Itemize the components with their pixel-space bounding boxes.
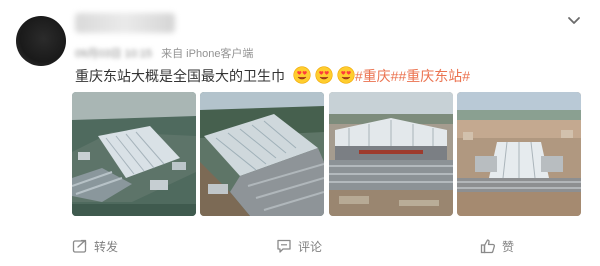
post-content: 重庆东站大概是全国最大的卫生巾 #重庆##重庆东站#	[75, 66, 470, 89]
post-meta: 09月03日 10:15 来自 iPhone客户端	[75, 45, 253, 61]
repost-label: 转发	[94, 239, 119, 254]
repost-button[interactable]: 转发	[72, 236, 118, 256]
post-text: 重庆东站大概是全国最大的卫生巾	[75, 68, 285, 84]
post-action-bar: 转发 评论 赞	[0, 230, 600, 260]
heart-eyes-emoji	[293, 66, 311, 89]
like-label: 赞	[502, 239, 515, 254]
post-source: 来自 iPhone客户端	[161, 48, 254, 60]
heart-eyes-emoji	[337, 66, 355, 89]
avatar[interactable]	[16, 16, 66, 66]
aerial-station-image-1[interactable]	[72, 92, 196, 216]
expand-chevron-icon[interactable]	[566, 14, 582, 26]
weibo-post-card: 09月03日 10:15 来自 iPhone客户端 重庆东站大概是全国最大的卫生…	[0, 0, 600, 266]
aerial-station-image-4[interactable]	[457, 92, 581, 216]
post-date[interactable]: 09月03日 10:15	[75, 45, 152, 61]
like-icon	[480, 239, 496, 254]
aerial-station-image-2[interactable]	[200, 92, 324, 216]
username-blurred[interactable]	[75, 13, 175, 33]
aerial-station-image-3[interactable]	[329, 92, 453, 216]
comment-label: 评论	[298, 239, 323, 254]
heart-eyes-emoji	[315, 66, 333, 89]
comment-button[interactable]: 评论	[276, 236, 322, 256]
topic-link-chongqing-east-station[interactable]: #重庆东站#	[398, 68, 470, 84]
image-grid	[72, 92, 582, 216]
like-button[interactable]: 赞	[480, 236, 514, 256]
topic-link-chongqing[interactable]: #重庆#	[355, 68, 399, 84]
repost-icon	[72, 239, 87, 253]
comment-icon	[277, 239, 291, 253]
